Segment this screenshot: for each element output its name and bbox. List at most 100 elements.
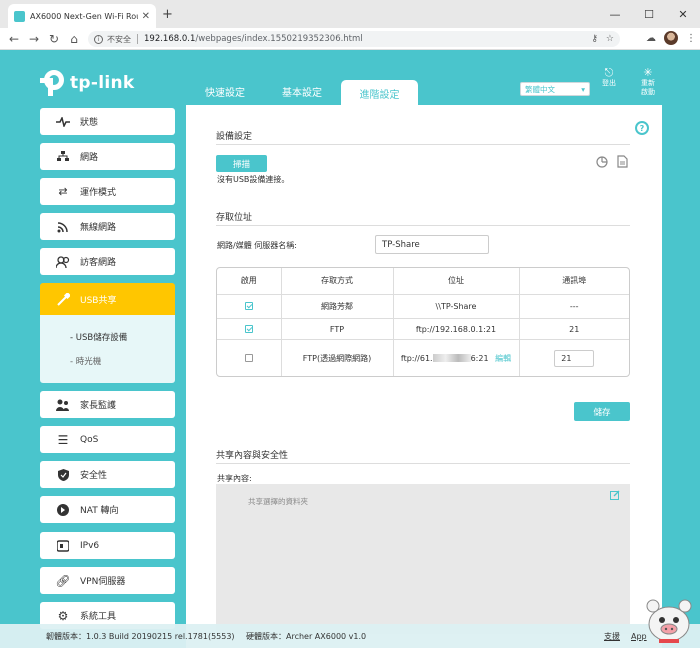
- sidebar-item-guest[interactable]: 訪客網路: [40, 248, 175, 275]
- sidebar-subitem-usb-storage[interactable]: - USB儲存設備: [70, 331, 127, 343]
- bookmark-star-icon[interactable]: ☆: [606, 34, 614, 44]
- reboot-button[interactable]: ✳ 重新啟動: [638, 66, 658, 97]
- extension-icon[interactable]: ☁: [646, 33, 656, 44]
- col-enable: 啟用: [217, 268, 282, 295]
- file-icon[interactable]: [617, 155, 628, 171]
- sidebar-item-qos[interactable]: ☰ QoS: [40, 426, 175, 453]
- usb-icon: [56, 292, 70, 306]
- forward-icon[interactable]: →: [24, 32, 44, 46]
- gear-icon: ⚙: [57, 608, 69, 623]
- menu-icon[interactable]: ⋮: [686, 33, 696, 44]
- sidebar-item-nat[interactable]: NAT 轉向: [40, 496, 175, 523]
- table-row: FTP ftp://192.168.0.1:21 21: [217, 318, 629, 341]
- sidebar-item-network[interactable]: 網路: [40, 143, 175, 170]
- logout-icon: ⎋: [604, 66, 614, 79]
- swap-icon: ⇄: [58, 185, 68, 198]
- url-path: /webpages/index.1550219352306.html: [195, 34, 363, 44]
- sidebar-item-parental[interactable]: 家長監護: [40, 391, 175, 418]
- address-bar[interactable]: i 不安全 192.168.0.1 /webpages/index.155021…: [88, 31, 620, 47]
- col-port: 通訊埠: [519, 268, 629, 295]
- share-placeholder: 共享選擇的資料夾: [248, 497, 308, 506]
- tab-advanced[interactable]: 進階設定: [341, 80, 418, 106]
- minimize-icon[interactable]: —: [598, 0, 632, 28]
- sidebar-subitem-time-machine[interactable]: - 時光機: [70, 355, 101, 367]
- sidebar-item-wireless[interactable]: 無線網路: [40, 213, 175, 240]
- logo-text: tp-link: [70, 73, 135, 93]
- col-method: 存取方式: [281, 268, 394, 295]
- port-input[interactable]: 21: [554, 349, 595, 367]
- family-icon: [56, 399, 70, 411]
- support-link[interactable]: 支援: [604, 631, 620, 642]
- language-select[interactable]: 繁體中文 ▾: [520, 82, 590, 96]
- nat-forward-icon: [56, 503, 70, 516]
- browser-tab[interactable]: AX6000 Next-Gen Wi-Fi Router ✕: [8, 4, 156, 28]
- tplink-favicon-icon: [14, 10, 25, 22]
- wifi-icon: [56, 221, 70, 233]
- shared-folder-box[interactable]: 共享選擇的資料夾: [216, 484, 630, 634]
- maximize-icon[interactable]: ☐: [632, 0, 666, 28]
- sidebar-item-status[interactable]: 狀態: [40, 108, 175, 135]
- insecure-label: 不安全: [107, 34, 131, 44]
- home-icon[interactable]: ⌂: [64, 32, 84, 46]
- browser-toolbar: ← → ↻ ⌂ i 不安全 192.168.0.1 /webpages/inde…: [0, 28, 700, 50]
- firmware-version: 韌體版本：1.0.3 Build 20190215 rel.1781(5553): [46, 631, 235, 641]
- share-security-title: 共享內容與安全性: [216, 451, 289, 461]
- server-name-label: 網路/媒體 伺服器名稱:: [217, 241, 297, 250]
- edit-link[interactable]: 編輯: [495, 354, 511, 363]
- reboot-icon: ✳: [643, 66, 653, 79]
- guest-users-icon: [56, 255, 70, 268]
- edit-icon[interactable]: [610, 490, 620, 503]
- tab-title: AX6000 Next-Gen Wi-Fi Router: [30, 11, 138, 21]
- shield-icon: [56, 468, 70, 481]
- pulse-icon: [56, 116, 70, 128]
- scan-button[interactable]: 掃描: [216, 155, 267, 172]
- usb-submenu: - USB儲存設備 - 時光機: [40, 315, 175, 383]
- no-device-text: 沒有USB設備連接。: [217, 175, 290, 184]
- save-button[interactable]: 儲存: [574, 402, 630, 421]
- table-row: 網路芳鄰 \\TP-Share ---: [217, 294, 629, 320]
- col-address: 位址: [393, 268, 520, 295]
- sidebar-item-ipv6[interactable]: IPv6: [40, 532, 175, 559]
- enable-checkbox[interactable]: [244, 354, 253, 363]
- browser-titlebar: AX6000 Next-Gen Wi-Fi Router ✕ + — ☐ ✕: [0, 0, 700, 28]
- network-icon: [56, 151, 70, 163]
- sidebar-item-usb[interactable]: USB共享: [40, 283, 175, 315]
- enable-checkbox[interactable]: [244, 302, 253, 311]
- redacted-ip: [432, 354, 471, 363]
- qos-icon: ☰: [57, 432, 69, 447]
- info-icon[interactable]: i: [94, 34, 103, 44]
- sidebar-item-security[interactable]: 安全性: [40, 461, 175, 488]
- share-content-label: 共享內容:: [217, 474, 252, 483]
- tab-quick-setup[interactable]: 快速設定: [205, 84, 245, 99]
- chevron-down-icon: ▾: [581, 84, 585, 94]
- device-settings-title: 設備設定: [216, 132, 253, 142]
- ipv6-icon: [56, 539, 70, 552]
- close-tab-icon[interactable]: ✕: [142, 11, 150, 22]
- url-host: 192.168.0.1: [144, 34, 196, 44]
- back-icon[interactable]: ←: [4, 32, 24, 46]
- key-icon[interactable]: ⚷: [591, 34, 598, 44]
- pie-chart-icon[interactable]: [596, 156, 608, 171]
- profile-avatar[interactable]: [664, 31, 678, 45]
- new-tab-icon[interactable]: +: [162, 7, 173, 22]
- close-window-icon[interactable]: ✕: [666, 0, 700, 28]
- hardware-version: 硬體版本：Archer AX6000 v1.0: [246, 631, 367, 641]
- logout-button[interactable]: ⎋ 登出: [602, 66, 616, 88]
- tplink-logo: tp-link: [40, 70, 135, 96]
- sidebar-item-operation-mode[interactable]: ⇄ 運作模式: [40, 178, 175, 205]
- reload-icon[interactable]: ↻: [44, 32, 64, 46]
- mascot-watermark-icon: [646, 599, 692, 643]
- tplink-logo-icon: [40, 70, 66, 96]
- sidebar-item-vpn[interactable]: 🔗︎ VPN伺服器: [40, 567, 175, 594]
- tab-basic[interactable]: 基本設定: [282, 84, 322, 99]
- vpn-link-icon: 🔗︎: [55, 573, 71, 588]
- table-row: FTP(透過網際網路) ftp://61. 6:21 編輯 21: [217, 339, 629, 376]
- router-header: tp-link 快速設定 基本設定 進階設定 繁體中文 ▾ ⎋ 登出 ✳ 重新啟…: [0, 50, 700, 106]
- help-icon[interactable]: ?: [635, 121, 649, 135]
- access-address-title: 存取位址: [216, 213, 253, 223]
- server-name-input[interactable]: TP-Share: [375, 235, 489, 254]
- status-bar: 韌體版本：1.0.3 Build 20190215 rel.1781(5553)…: [0, 624, 700, 648]
- window-controls: — ☐ ✕: [598, 0, 700, 28]
- enable-checkbox[interactable]: [244, 325, 253, 334]
- access-table: 啟用 存取方式 位址 通訊埠 網路芳鄰 \\TP-Share --- FTP f…: [216, 267, 630, 377]
